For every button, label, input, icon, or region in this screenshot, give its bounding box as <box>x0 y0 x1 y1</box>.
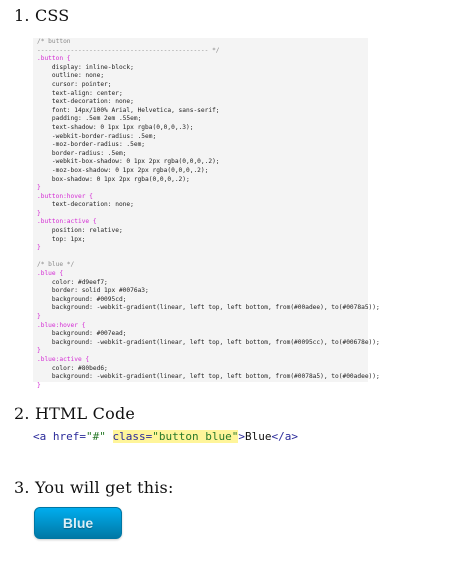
html-space <box>106 430 113 443</box>
css-code-line: .button { <box>37 55 71 63</box>
css-code-line: } <box>37 184 41 192</box>
css-code-line: } <box>37 244 41 252</box>
css-code-line: ----------------------------------------… <box>37 46 220 54</box>
html-href-attr: href= <box>46 430 86 443</box>
css-code-line: background: #0095cd; <box>37 295 127 303</box>
result-step-title: 3. You will get this: <box>14 478 174 497</box>
css-code-line: } <box>37 209 41 217</box>
css-code-line: font: 14px/100% Arial, Helvetica, sans-s… <box>37 106 220 114</box>
html-class-highlight: class="button blue" <box>112 430 239 443</box>
html-end-tag: </a> <box>271 430 298 443</box>
css-code-line: color: #80bed6; <box>37 364 108 372</box>
html-tag-close: > <box>238 430 245 443</box>
css-code-line: border: solid 1px #0076a3; <box>37 287 149 295</box>
css-code-line: /* button <box>37 38 71 45</box>
css-code-line <box>37 253 364 262</box>
css-code-line: text-align: center; <box>37 89 123 97</box>
html-class-attr: class= <box>112 430 153 443</box>
css-code-line: background: -webkit-gradient(linear, lef… <box>37 304 380 312</box>
css-code-line: position: relative; <box>37 227 123 235</box>
css-code-line: background: -webkit-gradient(linear, lef… <box>37 373 380 381</box>
css-step-title: 1. CSS <box>14 6 70 25</box>
css-code-line: .blue:active { <box>37 355 90 363</box>
css-code-line: -webkit-border-radius: .5em; <box>37 132 157 140</box>
css-code-line: border-radius: .5em; <box>37 149 127 157</box>
css-code-line: } <box>37 313 41 320</box>
html-href-value: "#" <box>86 430 106 443</box>
css-code-line: box-shadow: 0 1px 2px rgba(0,0,0,.2); <box>37 175 190 183</box>
css-code-line: background: -webkit-gradient(linear, lef… <box>37 338 380 346</box>
css-code-line: display: inline-block; <box>37 63 134 71</box>
html-code-line: <a href="#" class="button blue">Blue</a> <box>33 430 298 443</box>
html-inner-text: Blue <box>244 430 272 443</box>
css-code-line: -moz-border-radius: .5em; <box>37 141 146 149</box>
html-class-value: "button blue" <box>152 430 239 443</box>
css-code-block: /* button -------------------------------… <box>33 38 380 389</box>
css-code-line: outline: none; <box>37 72 105 80</box>
css-code-line: text-decoration: none; <box>37 98 134 106</box>
css-code-line: .button:active { <box>37 218 97 226</box>
html-open-tag: <a <box>33 430 47 443</box>
css-code-line: -moz-box-shadow: 0 1px 2px rgba(0,0,0,.2… <box>37 166 209 174</box>
css-code-line: padding: .5em 2em .55em; <box>37 115 142 123</box>
css-code-line: -webkit-box-shadow: 0 1px 2px rgba(0,0,0… <box>37 158 220 166</box>
css-code-line: .button:hover { <box>37 192 93 200</box>
html-step-title: 2. HTML Code <box>14 404 136 423</box>
css-code-line: .blue:hover { <box>37 321 86 329</box>
css-code-line: color: #d9eef7; <box>37 278 108 286</box>
blue-button[interactable]: Blue <box>34 507 122 539</box>
css-code-line: /* blue */ <box>37 261 75 269</box>
css-code-line: top: 1px; <box>37 235 86 243</box>
css-code-line: .blue { <box>37 270 64 278</box>
css-code-line: } <box>37 381 41 389</box>
css-code-line: text-shadow: 0 1px 1px rgba(0,0,0,.3); <box>37 123 194 131</box>
css-code-line: cursor: pointer; <box>37 80 112 88</box>
css-code-line: } <box>37 347 41 355</box>
css-code-line: background: #007ead; <box>37 330 127 338</box>
css-code-line: text-decoration: none; <box>37 201 134 209</box>
